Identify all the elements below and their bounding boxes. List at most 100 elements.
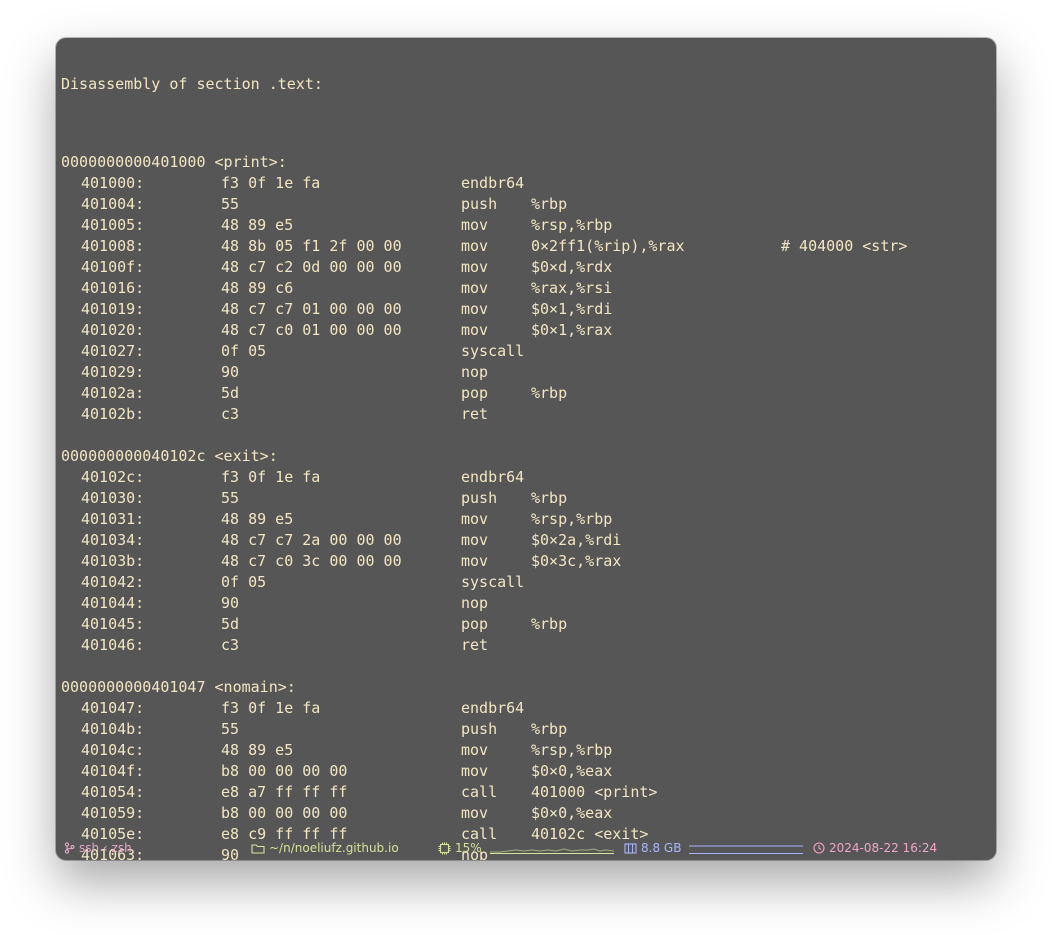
instruction-mnemonic: endbr64 xyxy=(461,699,525,717)
instruction-address: 401029: xyxy=(81,363,145,381)
instruction-row: 40104f: b8 00 00 00 00 mov $0×0,%eax xyxy=(61,761,996,782)
instruction-mnemonic: mov xyxy=(461,237,489,255)
instruction-bytes: 48 c7 c0 3c 00 00 00 xyxy=(221,552,402,570)
instruction-operands: $0×d,%rdx xyxy=(531,258,613,276)
instruction-bytes: 55 xyxy=(221,720,240,738)
cpu-status[interactable]: 15% xyxy=(438,841,614,855)
function-label-line: 000000000040102c <exit>: xyxy=(61,446,996,467)
instruction-operands: %rax,%rsi xyxy=(531,279,613,297)
instruction-operands: %rbp xyxy=(531,489,568,507)
memory-icon xyxy=(624,842,637,854)
instruction-operands: $0×3c,%rax xyxy=(531,552,622,570)
folder-icon xyxy=(251,843,265,854)
instruction-address: 40104f: xyxy=(81,762,145,780)
instruction-row: 40102c: f3 0f 1e fa endbr64 xyxy=(61,467,996,488)
instruction-operands: %rsp,%rbp xyxy=(531,510,613,528)
instruction-address: 40102b: xyxy=(81,405,145,423)
instruction-row: 401020: 48 c7 c0 01 00 00 00 mov $0×1,%rax xyxy=(61,320,996,341)
instruction-address: 401030: xyxy=(81,489,145,507)
terminal-window[interactable]: Disassembly of section .text: 0000000000… xyxy=(56,38,996,860)
function-label: 0000000000401047 <nomain>: xyxy=(61,678,296,696)
instruction-row: 401059: b8 00 00 00 00 mov $0×0,%eax xyxy=(61,803,996,824)
instruction-row: 401042: 0f 05 syscall xyxy=(61,572,996,593)
function-label: 000000000040102c <exit>: xyxy=(61,447,278,465)
branch-icon xyxy=(64,842,75,854)
instruction-address: 401019: xyxy=(81,300,145,318)
instruction-address: 401008: xyxy=(81,237,145,255)
instruction-bytes: 0f 05 xyxy=(221,573,267,591)
memory-sparkline xyxy=(689,845,804,854)
instruction-bytes: 48 89 e5 xyxy=(221,216,294,234)
instruction-row: 401047: f3 0f 1e fa endbr64 xyxy=(61,698,996,719)
session-label: ssh ‹ zsh xyxy=(79,841,132,855)
instruction-operands: %rbp xyxy=(531,615,568,633)
instruction-mnemonic: nop xyxy=(461,594,489,612)
function-list: 0000000000401000 <print>: 401000: f3 0f 1e… xyxy=(61,131,996,860)
instruction-operands: $0×0,%eax xyxy=(531,762,613,780)
instruction-bytes: 5d xyxy=(221,615,240,633)
instruction-mnemonic: mov xyxy=(461,741,489,759)
instruction-address: 40100f: xyxy=(81,258,145,276)
instruction-mnemonic: mov xyxy=(461,321,489,339)
instruction-operands: %rbp xyxy=(531,720,568,738)
instruction-row: 40104b: 55 push %rbp xyxy=(61,719,996,740)
instruction-row: 401054: e8 a7 ff ff ff call 401000 <print> xyxy=(61,782,996,803)
terminal-output[interactable]: Disassembly of section .text: 0000000000… xyxy=(61,38,996,860)
memory-status[interactable]: 8.8 GB xyxy=(624,841,804,855)
instruction-row: 40102a: 5d pop %rbp xyxy=(61,383,996,404)
instruction-mnemonic: pop xyxy=(461,615,489,633)
instruction-row: 401029: 90 nop xyxy=(61,362,996,383)
instruction-bytes: b8 00 00 00 00 xyxy=(221,804,348,822)
cpu-chip-icon xyxy=(438,842,451,854)
instruction-operands: %rsp,%rbp xyxy=(531,216,613,234)
instruction-address: 401054: xyxy=(81,783,145,801)
instruction-bytes: 48 c7 c7 01 00 00 00 xyxy=(221,300,402,318)
instruction-row: 401004: 55 push %rbp xyxy=(61,194,996,215)
instruction-mnemonic: mov xyxy=(461,258,489,276)
instruction-mnemonic: endbr64 xyxy=(461,174,525,192)
instruction-address: 401042: xyxy=(81,573,145,591)
instruction-mnemonic: call xyxy=(461,783,498,801)
instruction-operands: $0×1,%rdi xyxy=(531,300,613,318)
instruction-address: 401016: xyxy=(81,279,145,297)
instruction-mnemonic: mov xyxy=(461,279,489,297)
instruction-bytes: 48 c7 c7 2a 00 00 00 xyxy=(221,531,402,549)
instruction-mnemonic: mov xyxy=(461,804,489,822)
instruction-operands: %rsp,%rbp xyxy=(531,741,613,759)
instruction-address: 401044: xyxy=(81,594,145,612)
instruction-bytes: 48 8b 05 f1 2f 00 00 xyxy=(221,237,402,255)
instruction-address: 401047: xyxy=(81,699,145,717)
path-status[interactable]: ~/n/noeliufz.github.io xyxy=(251,841,399,855)
instruction-mnemonic: ret xyxy=(461,405,489,423)
instruction-bytes: 55 xyxy=(221,195,240,213)
instruction-bytes: c3 xyxy=(221,405,240,423)
instruction-mnemonic: nop xyxy=(461,363,489,381)
instruction-bytes: 0f 05 xyxy=(221,342,267,360)
instruction-mnemonic: syscall xyxy=(461,342,525,360)
clock-icon xyxy=(813,842,825,854)
instruction-operands: $0×1,%rax xyxy=(531,321,613,339)
instruction-bytes: 48 89 e5 xyxy=(221,510,294,528)
datetime-status[interactable]: 2024-08-22 16:24 xyxy=(813,841,937,855)
section-header-text: Disassembly of section .text: xyxy=(61,75,323,93)
function-label-line: 0000000000401047 <nomain>: xyxy=(61,677,996,698)
instruction-address: 401020: xyxy=(81,321,145,339)
instruction-address: 40104c: xyxy=(81,741,145,759)
instruction-bytes: f3 0f 1e fa xyxy=(221,174,321,192)
instruction-address: 40103b: xyxy=(81,552,145,570)
instruction-address: 401000: xyxy=(81,174,145,192)
function-label: 0000000000401000 <print>: xyxy=(61,153,287,171)
instruction-address: 401031: xyxy=(81,510,145,528)
instruction-operands: $0×0,%eax xyxy=(531,804,613,822)
instruction-bytes: 55 xyxy=(221,489,240,507)
instruction-bytes: f3 0f 1e fa xyxy=(221,468,321,486)
instruction-row: 401016: 48 89 c6 mov %rax,%rsi xyxy=(61,278,996,299)
path-label: ~/n/noeliufz.github.io xyxy=(269,841,399,855)
instruction-mnemonic: ret xyxy=(461,636,489,654)
instruction-row: 40103b: 48 c7 c0 3c 00 00 00 mov $0×3c,%rax xyxy=(61,551,996,572)
instruction-bytes: e8 a7 ff ff ff xyxy=(221,783,348,801)
session-status[interactable]: ssh ‹ zsh xyxy=(64,841,132,855)
instruction-row: 40102b: c3 ret xyxy=(61,404,996,425)
